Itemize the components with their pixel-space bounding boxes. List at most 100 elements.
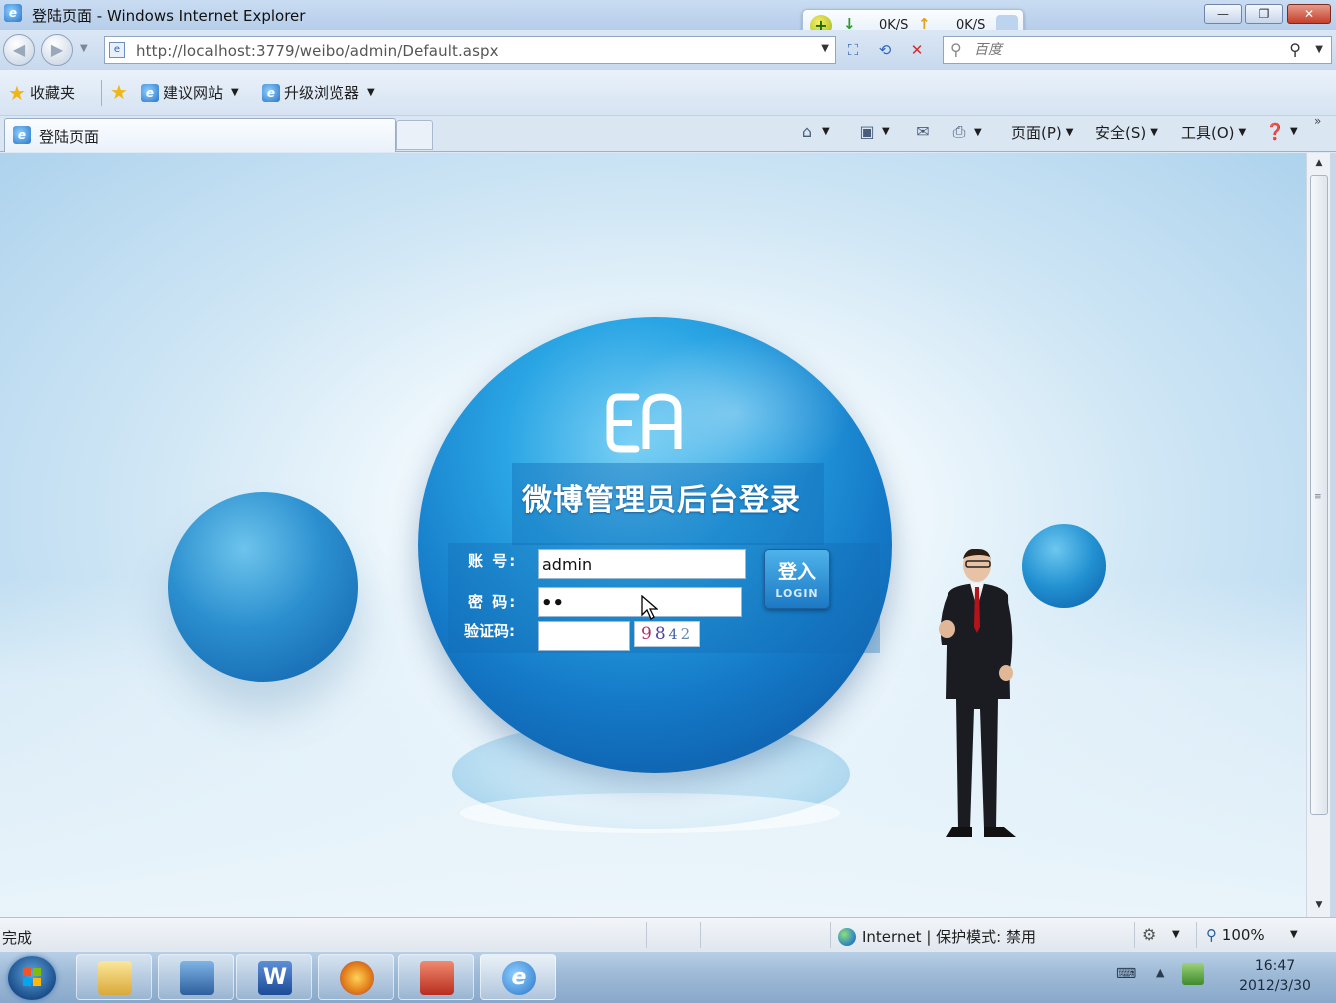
recent-pages-dropdown-icon[interactable]: ▼ xyxy=(80,43,88,54)
suggested-sites-link[interactable]: e 建议网站 ▼ xyxy=(141,82,239,103)
favorites-button[interactable]: ★ 收藏夹 xyxy=(8,82,75,103)
search-input[interactable] xyxy=(974,40,1274,60)
chevron-down-icon: ▼ xyxy=(367,87,375,98)
login-title: 微博管理员后台登录 xyxy=(522,483,801,518)
tools-menu[interactable]: 工具(O) ▼ xyxy=(1181,122,1246,143)
chevron-down-icon[interactable]: ▼ xyxy=(1172,929,1180,940)
favorites-star-icon: ★ xyxy=(8,80,26,105)
navigation-bar: ◀ ▶ ▼ e http://localhost:3779/weibo/admi… xyxy=(0,30,1336,70)
search-options-dropdown-icon[interactable]: ▼ xyxy=(1315,44,1323,55)
captcha-digit: 2 xyxy=(680,625,694,643)
show-hidden-icons-icon[interactable]: ▲ xyxy=(1156,966,1164,979)
account-input[interactable] xyxy=(538,549,746,579)
page-menu[interactable]: 页面(P) ▼ xyxy=(1011,122,1073,143)
login-button-label-en: LOGIN xyxy=(775,587,819,600)
help-icon: ❓ xyxy=(1265,122,1285,141)
taskbar-internet-explorer[interactable]: e xyxy=(480,954,556,1000)
search-box[interactable]: ⚲ ⚲ ▼ xyxy=(943,36,1332,64)
favorites-bar: ★ 收藏夹 ★ e 建议网站 ▼ e 升级浏览器 ▼ xyxy=(0,70,1336,116)
tab-login-page[interactable]: e 登陆页面 xyxy=(4,118,396,152)
page-menu-label: 页面(P) xyxy=(1011,124,1062,142)
suggested-sites-label: 建议网站 xyxy=(163,84,224,102)
new-tab-button[interactable] xyxy=(396,120,433,150)
monitor-icon xyxy=(180,961,214,995)
captcha-label: 验证码: xyxy=(464,622,515,640)
mouse-cursor-icon xyxy=(641,595,658,620)
home-icon: ⌂ xyxy=(801,122,813,141)
address-dropdown-icon[interactable]: ▼ xyxy=(821,43,829,54)
address-url[interactable]: http://localhost:3779/weibo/admin/Defaul… xyxy=(136,42,499,60)
scroll-down-arrow-icon[interactable]: ▼ xyxy=(1307,895,1331,915)
security-zone[interactable]: Internet | 保护模式: 禁用 xyxy=(838,926,1036,947)
pedestal-rim xyxy=(460,793,840,833)
page-content: 微博管理员后台登录 账 号: 密 码: •• 验证码: 9842 登入 LOGI… xyxy=(0,153,1306,917)
zoom-level[interactable]: ⚲ 100% xyxy=(1206,926,1265,944)
feeds-button[interactable]: ▣ ▼ xyxy=(856,122,890,141)
title-bar: e 登陆页面 - Windows Internet Explorer — ❐ ✕ xyxy=(0,0,1336,30)
printer-icon: ⎙ xyxy=(952,122,966,141)
add-favorite-button[interactable]: ★ xyxy=(110,82,128,102)
chevron-down-icon: ▼ xyxy=(231,87,239,98)
scroll-up-arrow-icon[interactable]: ▲ xyxy=(1307,153,1331,173)
start-button[interactable] xyxy=(8,956,56,1000)
chevron-down-icon: ▼ xyxy=(1065,127,1074,138)
tab-title: 登陆页面 xyxy=(39,128,100,146)
help-menu[interactable]: ❓ ▼ xyxy=(1264,122,1298,141)
taskbar-word[interactable]: W xyxy=(236,954,312,1000)
popup-blocker-icon[interactable]: ⚙ xyxy=(1142,925,1156,944)
internet-explorer-icon: e xyxy=(502,961,536,995)
login-button-label: 登入 xyxy=(777,561,816,583)
window-title: 登陆页面 - Windows Internet Explorer xyxy=(32,7,306,25)
toolbox-icon xyxy=(420,961,454,995)
scroll-grip-icon: ≡ xyxy=(1314,492,1322,502)
status-separator xyxy=(700,922,701,948)
zoom-icon: ⚲ xyxy=(1206,926,1217,944)
upgrade-browser-link[interactable]: e 升级浏览器 ▼ xyxy=(262,82,375,103)
window-frame-edge xyxy=(1330,153,1336,917)
vertical-scrollbar[interactable]: ▲ ≡ ▼ xyxy=(1306,153,1330,917)
taskbar-visual-studio[interactable] xyxy=(318,954,394,1000)
home-button[interactable]: ⌂ ▼ xyxy=(796,122,830,141)
stop-icon[interactable]: ✕ xyxy=(904,38,930,62)
taskbar-toolbox[interactable] xyxy=(398,954,474,1000)
chevron-down-icon[interactable]: ▼ xyxy=(974,127,982,138)
close-button[interactable]: ✕ xyxy=(1287,4,1331,24)
status-separator xyxy=(1134,922,1135,948)
minimize-button[interactable]: — xyxy=(1204,4,1242,24)
search-icon[interactable]: ⚲ xyxy=(1289,40,1301,59)
back-button[interactable]: ◀ xyxy=(3,34,35,66)
chevron-more-icon[interactable]: » xyxy=(1314,114,1321,128)
tools-menu-label: 工具(O) xyxy=(1181,124,1235,142)
chevron-down-icon[interactable]: ▼ xyxy=(882,126,890,137)
upgrade-browser-label: 升级浏览器 xyxy=(284,84,360,102)
print-button[interactable]: ⎙ ▼ xyxy=(948,122,982,142)
taskbar-windows-explorer[interactable] xyxy=(76,954,152,1000)
captcha-digit: 4 xyxy=(668,627,681,643)
zoom-dropdown-icon[interactable]: ▼ xyxy=(1290,929,1298,940)
search-engine-icon: ⚲ xyxy=(950,40,962,59)
address-bar[interactable]: e http://localhost:3779/weibo/admin/Defa… xyxy=(104,36,836,64)
password-masked-value: •• xyxy=(541,593,565,614)
safety-menu[interactable]: 安全(S) ▼ xyxy=(1095,122,1158,143)
forward-button[interactable]: ▶ xyxy=(41,34,73,66)
status-text: 完成 xyxy=(2,929,33,947)
keyboard-icon[interactable]: ⌨ xyxy=(1116,966,1136,982)
clock-time: 16:47 xyxy=(1254,958,1296,974)
captcha-image[interactable]: 9842 xyxy=(634,621,700,647)
clock[interactable]: 16:47 2012/3/30 xyxy=(1220,956,1330,996)
login-button[interactable]: 登入 LOGIN xyxy=(764,549,830,609)
read-mail-button[interactable]: ✉ xyxy=(912,122,934,141)
refresh-icon[interactable]: ⟲ xyxy=(872,38,898,62)
captcha-input[interactable] xyxy=(538,621,630,651)
taskbar-remote-desktop[interactable] xyxy=(158,954,234,1000)
compatibility-view-icon[interactable]: ⛶ xyxy=(840,38,866,62)
ie-page-icon: e xyxy=(141,83,159,102)
network-tray-icon[interactable] xyxy=(1182,963,1204,985)
restore-button[interactable]: ❐ xyxy=(1245,4,1283,24)
page-icon: e xyxy=(109,42,125,58)
chevron-down-icon[interactable]: ▼ xyxy=(822,126,830,137)
folder-icon xyxy=(98,961,132,995)
zone-text: Internet | 保护模式: 禁用 xyxy=(862,928,1036,946)
account-label: 账 号: xyxy=(468,552,518,570)
windows-logo-icon xyxy=(23,968,41,986)
